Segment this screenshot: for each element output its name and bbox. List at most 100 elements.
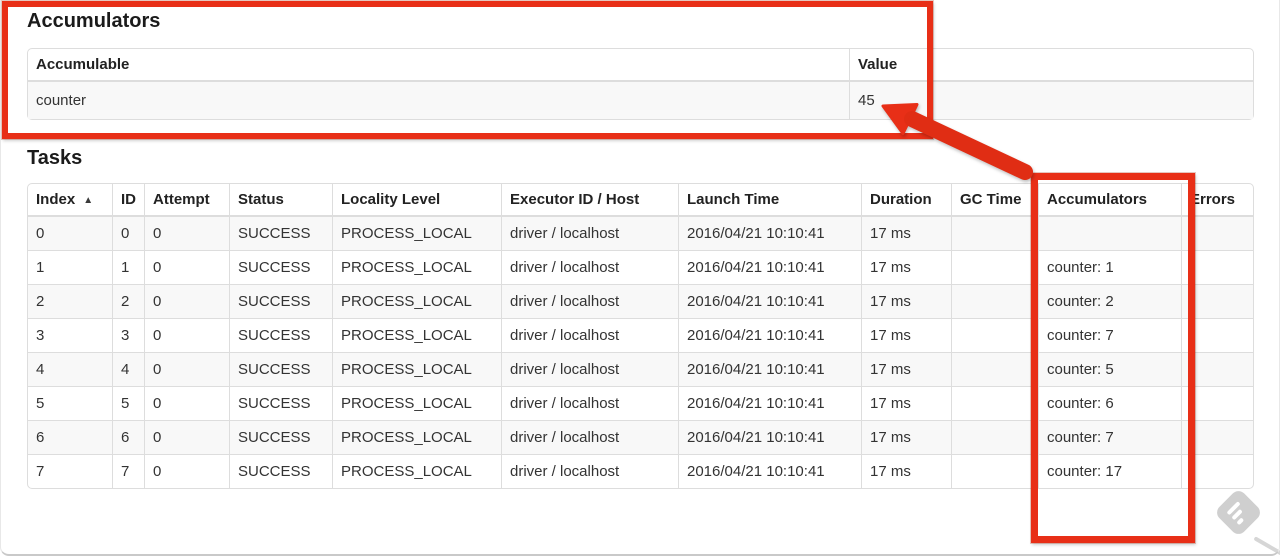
- cell-attempt: 0: [144, 386, 229, 420]
- column-header-accumulable[interactable]: Accumulable: [28, 49, 849, 82]
- cell-attempt: 0: [144, 318, 229, 352]
- cell-index: 3: [28, 318, 112, 352]
- column-header-id[interactable]: ID: [112, 184, 144, 217]
- sort-ascending-icon: ▲: [83, 195, 94, 206]
- watermark-stripe: [1231, 508, 1243, 520]
- cell-attempt: 0: [144, 250, 229, 284]
- cell-duration: 17 ms: [861, 217, 951, 250]
- cell-locality-level: PROCESS_LOCAL: [332, 352, 501, 386]
- cell-errors: [1181, 352, 1253, 386]
- cell-status: SUCCESS: [229, 352, 332, 386]
- cell-accumulators: counter: 6: [1038, 386, 1181, 420]
- cell-attempt: 0: [144, 284, 229, 318]
- cell-locality-level: PROCESS_LOCAL: [332, 420, 501, 454]
- tasks-table: Index ▲ ID Attempt Status Locality Level …: [27, 183, 1254, 489]
- cell-locality-level: PROCESS_LOCAL: [332, 250, 501, 284]
- column-header-launch-time[interactable]: Launch Time: [678, 184, 861, 217]
- cell-status: SUCCESS: [229, 454, 332, 488]
- cell-accumulators: counter: 5: [1038, 352, 1181, 386]
- cell-index: 5: [28, 386, 112, 420]
- cell-gc-time: [951, 318, 1038, 352]
- cell-accumulators: counter: 7: [1038, 420, 1181, 454]
- cell-executor-id-host: driver / localhost: [501, 250, 678, 284]
- skitch-watermark-icon: [1213, 487, 1264, 538]
- cell-id: 7: [112, 454, 144, 488]
- cell-duration: 17 ms: [861, 318, 951, 352]
- cell-executor-id-host: driver / localhost: [501, 318, 678, 352]
- cell-status: SUCCESS: [229, 250, 332, 284]
- column-header-index[interactable]: Index ▲: [28, 184, 112, 217]
- cell-attempt: 0: [144, 217, 229, 250]
- cell-executor-id-host: driver / localhost: [501, 454, 678, 488]
- watermark-tail-line: [1253, 536, 1280, 558]
- cell-index: 1: [28, 250, 112, 284]
- cell-launch-time: 2016/04/21 10:10:41: [678, 284, 861, 318]
- cell-id: 6: [112, 420, 144, 454]
- stage-details-page: Accumulators Accumulable Value counter 4…: [0, 0, 1280, 489]
- cell-gc-time: [951, 250, 1038, 284]
- cell-index: 4: [28, 352, 112, 386]
- column-header-value[interactable]: Value: [849, 49, 1253, 82]
- cell-gc-time: [951, 217, 1038, 250]
- column-header-status[interactable]: Status: [229, 184, 332, 217]
- cell-launch-time: 2016/04/21 10:10:41: [678, 386, 861, 420]
- cell-errors: [1181, 454, 1253, 488]
- cell-gc-time: [951, 352, 1038, 386]
- cell-gc-time: [951, 284, 1038, 318]
- task-row: 6 6 0 SUCCESS PROCESS_LOCAL driver / loc…: [28, 420, 1253, 454]
- cell-locality-level: PROCESS_LOCAL: [332, 318, 501, 352]
- cell-locality-level: PROCESS_LOCAL: [332, 217, 501, 250]
- cell-launch-time: 2016/04/21 10:10:41: [678, 217, 861, 250]
- cell-executor-id-host: driver / localhost: [501, 420, 678, 454]
- cell-executor-id-host: driver / localhost: [501, 217, 678, 250]
- column-header-errors[interactable]: Errors: [1181, 184, 1253, 217]
- cell-errors: [1181, 250, 1253, 284]
- watermark-stripe: [1226, 500, 1241, 515]
- cell-status: SUCCESS: [229, 420, 332, 454]
- column-header-attempt[interactable]: Attempt: [144, 184, 229, 217]
- cell-locality-level: PROCESS_LOCAL: [332, 284, 501, 318]
- cell-accumulators: counter: 7: [1038, 318, 1181, 352]
- cell-status: SUCCESS: [229, 284, 332, 318]
- cell-gc-time: [951, 420, 1038, 454]
- cell-accumulators: counter: 17: [1038, 454, 1181, 488]
- accumulators-header-row: Accumulable Value: [28, 49, 1253, 82]
- cell-launch-time: 2016/04/21 10:10:41: [678, 318, 861, 352]
- cell-id: 1: [112, 250, 144, 284]
- cell-executor-id-host: driver / localhost: [501, 284, 678, 318]
- cell-status: SUCCESS: [229, 217, 332, 250]
- column-header-locality-level[interactable]: Locality Level: [332, 184, 501, 217]
- cell-errors: [1181, 420, 1253, 454]
- cell-duration: 17 ms: [861, 454, 951, 488]
- cell-id: 5: [112, 386, 144, 420]
- column-header-gc-time[interactable]: GC Time: [951, 184, 1038, 217]
- accumulators-section-heading: Accumulators: [27, 10, 161, 32]
- cell-value: 45: [849, 82, 1253, 119]
- cell-attempt: 0: [144, 454, 229, 488]
- cell-duration: 17 ms: [861, 420, 951, 454]
- column-header-executor-id-host[interactable]: Executor ID / Host: [501, 184, 678, 217]
- cell-launch-time: 2016/04/21 10:10:41: [678, 250, 861, 284]
- cell-gc-time: [951, 454, 1038, 488]
- task-row: 1 1 0 SUCCESS PROCESS_LOCAL driver / loc…: [28, 250, 1253, 284]
- column-header-duration[interactable]: Duration: [861, 184, 951, 217]
- task-row: 0 0 0 SUCCESS PROCESS_LOCAL driver / loc…: [28, 217, 1253, 250]
- column-header-index-label: Index: [36, 191, 76, 208]
- accumulators-table: Accumulable Value counter 45: [27, 48, 1254, 120]
- cell-launch-time: 2016/04/21 10:10:41: [678, 420, 861, 454]
- cell-id: 0: [112, 217, 144, 250]
- cell-status: SUCCESS: [229, 386, 332, 420]
- cell-accumulators: counter: 2: [1038, 284, 1181, 318]
- cell-errors: [1181, 386, 1253, 420]
- cell-executor-id-host: driver / localhost: [501, 386, 678, 420]
- cell-launch-time: 2016/04/21 10:10:41: [678, 352, 861, 386]
- cell-accumulators: counter: 1: [1038, 250, 1181, 284]
- cell-accumulators: [1038, 217, 1181, 250]
- tasks-section-heading: Tasks: [27, 147, 83, 169]
- cell-attempt: 0: [144, 420, 229, 454]
- cell-index: 6: [28, 420, 112, 454]
- cell-locality-level: PROCESS_LOCAL: [332, 386, 501, 420]
- cell-attempt: 0: [144, 352, 229, 386]
- column-header-accumulators[interactable]: Accumulators: [1038, 184, 1181, 217]
- cell-duration: 17 ms: [861, 250, 951, 284]
